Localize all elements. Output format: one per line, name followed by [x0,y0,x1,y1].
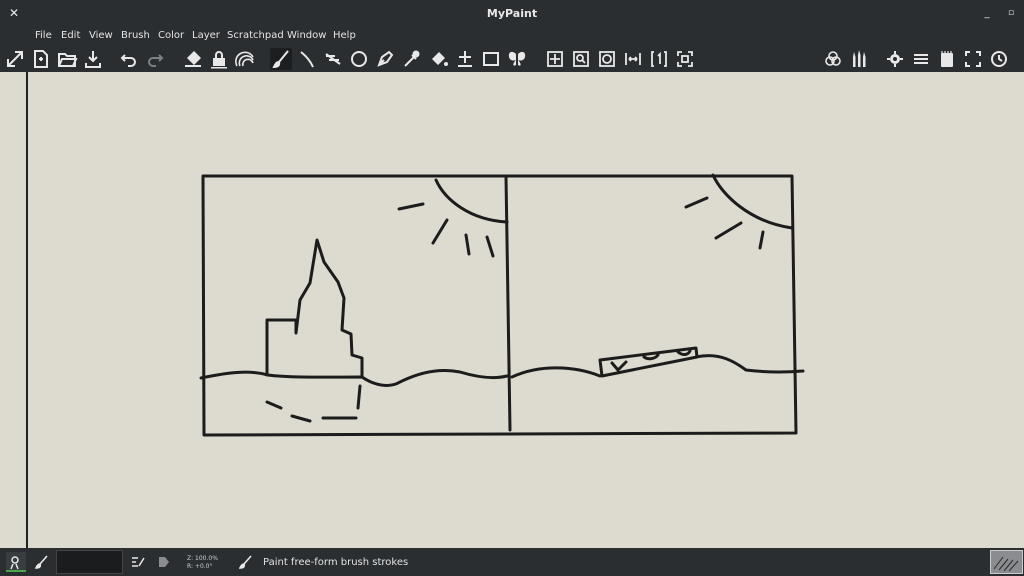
menu-bar: File Edit View Brush Color Layer Scratch… [0,27,1024,46]
menu-edit[interactable]: Edit [61,30,80,41]
edit-settings-icon[interactable] [130,554,146,570]
zoom-readout: Z: 100.0% [187,555,218,562]
sketch-drawing [199,173,805,437]
fullscreen-toggle-icon[interactable] [962,48,984,70]
fit-view-icon[interactable] [674,48,696,70]
symmetry-icon[interactable] [506,48,528,70]
pen-icon[interactable] [374,48,396,70]
zoom-view-icon[interactable] [570,48,592,70]
undo-icon[interactable] [118,48,140,70]
color-swatch[interactable] [56,550,123,574]
ellipse-icon[interactable] [348,48,370,70]
pan-view-icon[interactable] [544,48,566,70]
menu-scratchpad[interactable]: Scratchpad [227,30,284,41]
layers-icon[interactable] [910,48,932,70]
minimize-icon[interactable]: _ [977,4,997,23]
color-wheel-icon[interactable] [822,48,844,70]
lock-alpha-icon[interactable] [208,48,230,70]
layer-mode-icon[interactable] [156,554,172,570]
menu-file[interactable]: File [35,30,52,41]
fullscreen-icon[interactable] [4,48,26,70]
right-sun [711,173,794,230]
brushes-icon[interactable] [848,48,870,70]
panel-divider [504,175,512,432]
menu-help[interactable]: Help [333,30,356,41]
brush-icon[interactable] [34,554,50,570]
right-sun-rays [684,196,765,250]
history-icon[interactable] [988,48,1010,70]
menu-brush[interactable]: Brush [121,30,150,41]
colorize-icon[interactable] [234,48,256,70]
new-document-icon[interactable] [30,48,52,70]
preview-thumbnail[interactable] [990,550,1023,574]
reflection-dashes [265,384,362,423]
menu-color[interactable]: Color [158,30,184,41]
color-picker-icon[interactable] [400,48,422,70]
redo-icon[interactable] [144,48,166,70]
mirror-view-icon[interactable] [622,48,644,70]
maximize-icon[interactable]: ▫ [1001,4,1021,23]
title-bar: ✕ MyPaint _ ▫ [0,0,1024,27]
frame-icon[interactable] [480,48,502,70]
toolbar [0,46,1024,72]
left-sun [434,178,509,224]
frame-outline [201,174,798,437]
scratchpad-icon[interactable] [936,48,958,70]
building [265,238,364,378]
preferences-icon[interactable] [884,48,906,70]
current-tool-icon [238,554,254,570]
view-readout: Z: 100.0% R: +0.0° [187,555,218,571]
line-icon[interactable] [322,48,344,70]
move-layer-icon[interactable] [454,48,476,70]
status-bar: Z: 100.0% R: +0.0° Paint free-form brush… [0,548,1024,576]
open-document-icon[interactable] [56,48,78,70]
inking-icon[interactable] [296,48,318,70]
status-message: Paint free-form brush strokes [263,557,409,568]
freehand-brush-icon[interactable] [270,48,292,70]
reset-view-icon[interactable] [648,48,670,70]
eraser-icon[interactable] [182,48,204,70]
left-panel [0,72,28,548]
save-icon[interactable] [82,48,104,70]
brush-picker-icon[interactable] [6,552,26,572]
left-sun-rays [397,202,495,258]
left-ground-line [199,368,509,387]
window-title: MyPaint [486,7,538,20]
rotation-readout: R: +0.0° [187,563,213,570]
menu-view[interactable]: View [89,30,113,41]
rotate-view-icon[interactable] [596,48,618,70]
drawing-canvas[interactable] [28,72,1024,548]
menu-layer[interactable]: Layer [192,30,220,41]
boat [598,346,699,378]
menu-window[interactable]: Window [287,30,326,41]
fill-icon[interactable] [428,48,450,70]
